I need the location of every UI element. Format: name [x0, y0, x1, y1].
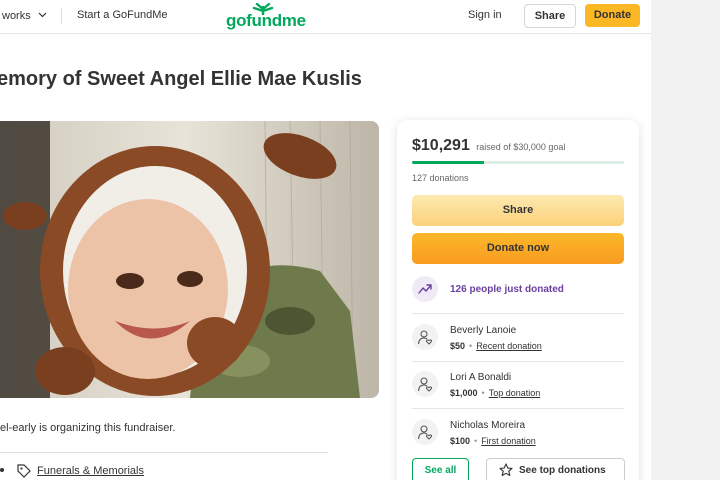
- donation-card: $10,291 raised of $30,000 goal 127 donat…: [397, 120, 639, 480]
- donor-tag[interactable]: Recent donation: [476, 341, 542, 351]
- goal-text: raised of $30,000 goal: [476, 142, 566, 152]
- donor-name: Lori A Bonaldi: [450, 372, 512, 383]
- star-icon: [499, 463, 513, 477]
- donor-tag[interactable]: First donation: [481, 436, 536, 446]
- see-top-donations-button[interactable]: See top donations: [486, 458, 625, 480]
- donor-name: Nicholas Moreira: [450, 420, 526, 431]
- see-top-donations-label: See top donations: [519, 465, 606, 476]
- start-gofundme-link[interactable]: Start a GoFundMe: [77, 9, 168, 21]
- campaign-photo[interactable]: [0, 121, 379, 398]
- share-button-header[interactable]: Share: [524, 4, 576, 28]
- raised-summary: $10,291 raised of $30,000 goal: [412, 137, 565, 155]
- donor-item: Lori A Bonaldi $1,000 • Top donation: [412, 371, 624, 417]
- how-it-works-label: works: [2, 10, 31, 22]
- user-heart-icon: [412, 419, 438, 445]
- raised-amount: $10,291: [412, 137, 470, 154]
- donor-item: Beverly Lanoie $50 • Recent donation: [412, 324, 624, 370]
- tag-icon: [17, 464, 31, 480]
- donor-amount: $50: [450, 341, 466, 351]
- see-all-button[interactable]: See all: [412, 458, 469, 480]
- trending-up-icon: [412, 276, 438, 302]
- share-button[interactable]: Share: [412, 195, 624, 226]
- progress-bar: [412, 161, 624, 164]
- donor-amount: $1,000: [450, 388, 478, 398]
- card-divider: [412, 408, 624, 409]
- recent-donors-count: 126 people just donated: [450, 284, 564, 295]
- donor-meta: $50 • Recent donation: [450, 341, 542, 351]
- organizer-text: el-early is organizing this fundraiser.: [0, 422, 176, 434]
- donor-name: Beverly Lanoie: [450, 325, 517, 336]
- bullet: [0, 468, 4, 472]
- donor-meta: $100 • First donation: [450, 436, 536, 446]
- donor-amount: $100: [450, 436, 471, 446]
- logo-wordmark: gofundme: [226, 11, 306, 30]
- card-divider: [412, 313, 624, 314]
- donation-count: 127 donations: [412, 173, 469, 183]
- page-margin: [651, 0, 720, 480]
- donate-button-header[interactable]: Donate: [585, 4, 640, 27]
- user-heart-icon: [412, 371, 438, 397]
- top-nav: works Start a GoFundMe gofundme Sign in …: [0, 0, 651, 34]
- sign-in-link[interactable]: Sign in: [468, 9, 502, 21]
- main-page: works Start a GoFundMe gofundme Sign in …: [0, 0, 651, 480]
- donate-now-button[interactable]: Donate now: [412, 233, 624, 264]
- nav-divider: [61, 8, 62, 24]
- progress-fill: [412, 161, 485, 164]
- card-divider: [412, 361, 624, 362]
- chevron-down-icon: [38, 9, 47, 21]
- category-link[interactable]: Funerals & Memorials: [37, 465, 144, 477]
- donor-tag[interactable]: Top donation: [489, 388, 541, 398]
- donor-meta: $1,000 • Top donation: [450, 388, 541, 398]
- campaign-title: emory of Sweet Angel Ellie Mae Kuslis: [0, 68, 362, 90]
- section-divider: [0, 452, 328, 453]
- how-it-works-menu[interactable]: works: [2, 9, 47, 22]
- user-heart-icon: [412, 324, 438, 350]
